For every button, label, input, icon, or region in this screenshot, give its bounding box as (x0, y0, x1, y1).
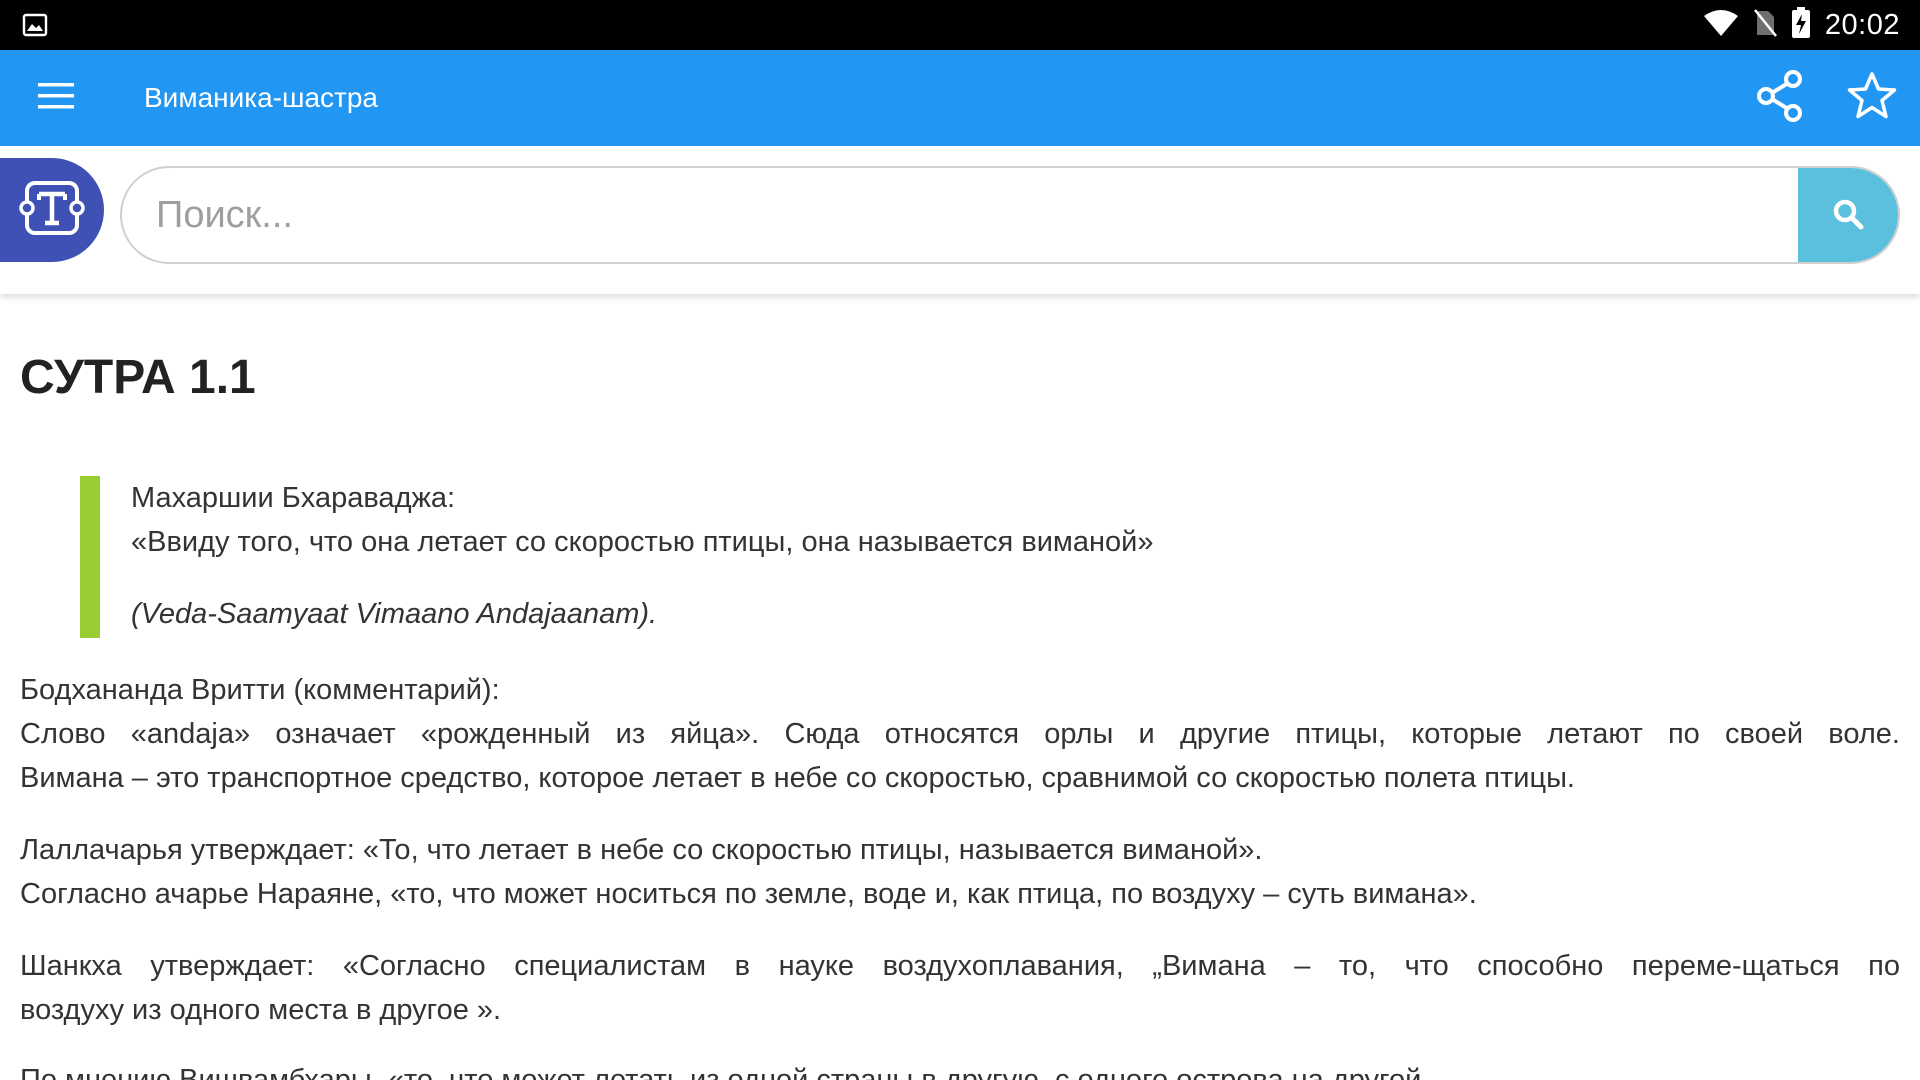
status-time: 20:02 (1824, 8, 1900, 41)
search-input[interactable] (122, 168, 1802, 262)
wifi-icon (1703, 9, 1739, 41)
quote-author: Махаршии Бхараваджа: (131, 482, 456, 514)
app-bar: Виманика-шастра (0, 50, 1920, 146)
image-icon (22, 12, 48, 38)
quote-line: «Ввиду того, что она летает со скоростью… (131, 526, 1154, 558)
paragraph-line: Бодхананда Вритти (комментарий): (20, 674, 500, 706)
status-bar: 20:02 (0, 0, 1920, 50)
paragraph-shankha: Шанкха утверждает: «Согласно специалиста… (20, 944, 1900, 1032)
search-icon (1831, 197, 1865, 234)
status-icons: 20:02 (1703, 0, 1900, 50)
search-box (120, 166, 1900, 264)
favorite-button[interactable] (1838, 64, 1906, 132)
paragraph-line: Вимана – это транспортное средство, кото… (20, 762, 1575, 794)
blockquote: Махаршии Бхараваджа: «Ввиду того, что он… (80, 476, 1880, 638)
text-tool-button[interactable] (0, 158, 104, 262)
article-content: СУТРА 1.1 Махаршии Бхараваджа: «Ввиду то… (20, 294, 1900, 1080)
paragraph-line: Слово «andaja» означает «рожденный из яй… (20, 718, 1900, 750)
quote-text: Махаршии Бхараваджа: «Ввиду того, что он… (131, 476, 1153, 636)
paragraph-commentary: Бодхананда Вритти (комментарий): Слово «… (20, 668, 1900, 800)
menu-icon (36, 81, 76, 115)
share-button[interactable] (1746, 64, 1814, 132)
search-button[interactable] (1798, 168, 1898, 262)
share-icon (1756, 70, 1804, 126)
text-tool-icon (19, 175, 85, 245)
paragraph-line: Шанкха утверждает: «Согласно специалиста… (20, 950, 1900, 982)
paragraph-line: По мнению Вишвамбхары, «то, что может ле… (20, 1064, 1422, 1080)
quote-source: (Veda-Saamyaat Vimaano Andajaanam). (131, 598, 658, 630)
star-icon (1846, 71, 1898, 125)
no-sim-icon (1753, 8, 1777, 42)
sutra-heading: СУТРА 1.1 (20, 351, 256, 404)
menu-button[interactable] (22, 64, 90, 132)
paragraph-line: Лаллачарья утверждает: «То, что летает в… (20, 834, 1263, 866)
quote-bar (80, 476, 100, 638)
paragraph-line: Согласно ачарье Нараяне, «то, что может … (20, 878, 1477, 910)
paragraph-lallacharya: Лаллачарья утверждает: «То, что летает в… (20, 828, 1900, 916)
paragraph-line: воздуху из одного места в другое ». (20, 994, 502, 1026)
app-title: Виманика-шастра (144, 82, 379, 113)
battery-charging-icon (1791, 7, 1811, 43)
search-row (0, 146, 1920, 294)
paragraph-vishvambhara: По мнению Вишвамбхары, «то, что может ле… (20, 1058, 1900, 1080)
